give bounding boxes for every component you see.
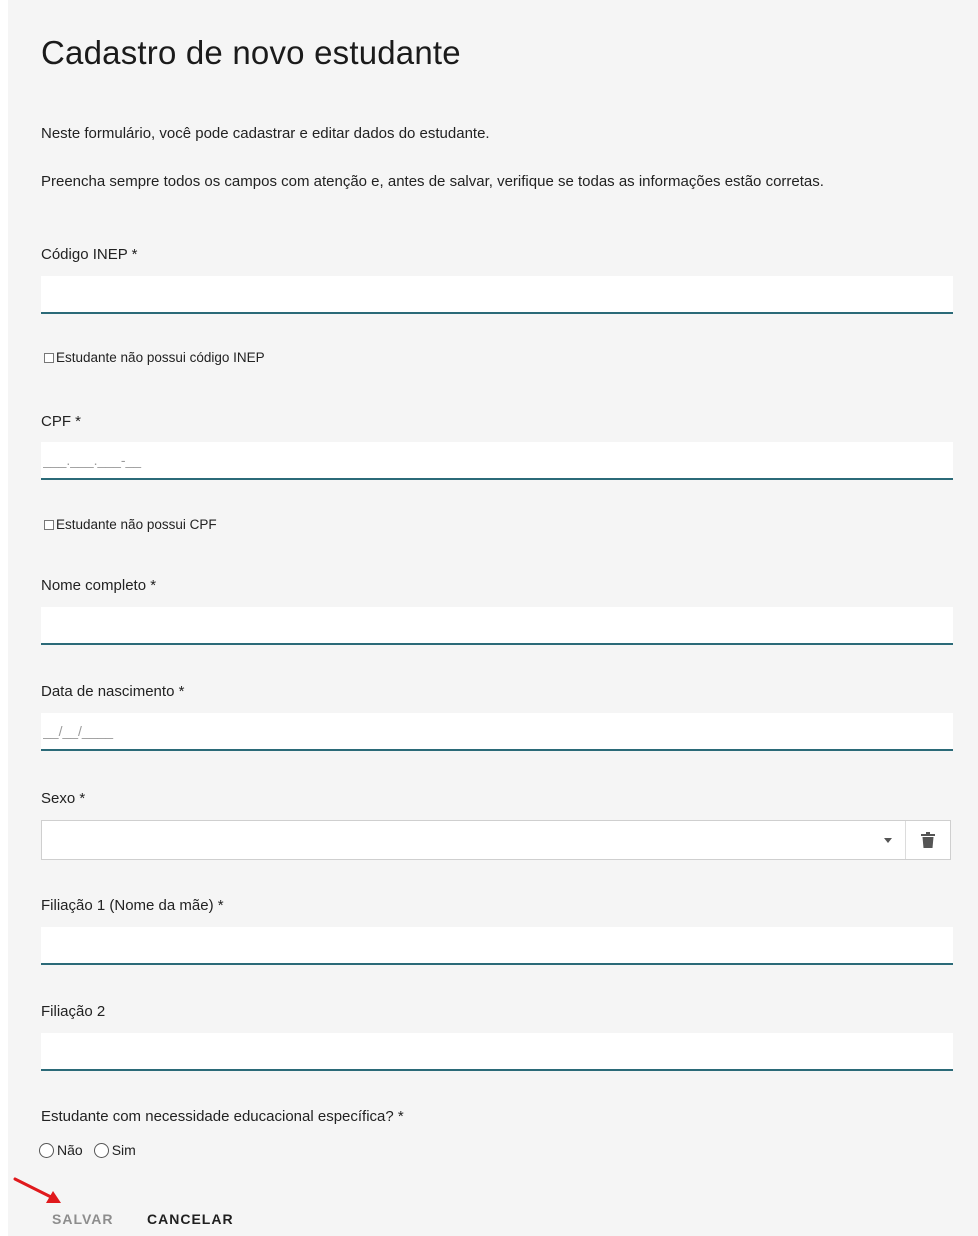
no-inep-checkbox[interactable] bbox=[44, 352, 54, 363]
sexo-label: Sexo * bbox=[41, 790, 86, 807]
arrow-icon bbox=[13, 1177, 61, 1203]
intro-text-1: Neste formulário, você pode cadastrar e … bbox=[41, 125, 490, 142]
inep-input[interactable] bbox=[41, 276, 953, 314]
inep-label: Código INEP * bbox=[41, 246, 138, 263]
filiacao2-input[interactable] bbox=[41, 1033, 953, 1071]
no-inep-checkbox-row[interactable]: Estudante não possui código INEP bbox=[44, 350, 265, 365]
cpf-label: CPF * bbox=[41, 413, 82, 430]
cpf-input[interactable] bbox=[41, 442, 953, 480]
necessidade-label: Estudante com necessidade educacional es… bbox=[41, 1108, 404, 1125]
necessidade-radio-group: Não Sim bbox=[39, 1142, 147, 1158]
radio-sim-label[interactable]: Sim bbox=[112, 1142, 136, 1158]
select-divider bbox=[905, 821, 906, 859]
radio-nao-label[interactable]: Não bbox=[57, 1142, 83, 1158]
cancel-button[interactable]: CANCELAR bbox=[147, 1211, 234, 1227]
save-button[interactable]: SALVAR bbox=[52, 1211, 113, 1227]
nascimento-label: Data de nascimento * bbox=[41, 683, 185, 700]
intro-text-2: Preencha sempre todos os campos com aten… bbox=[41, 173, 824, 190]
radio-nao[interactable] bbox=[39, 1142, 54, 1158]
nome-label: Nome completo * bbox=[41, 577, 157, 594]
filiacao1-input[interactable] bbox=[41, 927, 953, 965]
no-cpf-checkbox-row[interactable]: Estudante não possui CPF bbox=[44, 517, 217, 532]
no-inep-label: Estudante não possui código INEP bbox=[56, 350, 265, 365]
nome-input[interactable] bbox=[41, 607, 953, 645]
no-cpf-label: Estudante não possui CPF bbox=[56, 517, 217, 532]
radio-sim[interactable] bbox=[93, 1142, 109, 1158]
filiacao2-label: Filiação 2 bbox=[41, 1003, 106, 1020]
sexo-select[interactable] bbox=[41, 820, 951, 860]
nascimento-input[interactable] bbox=[41, 713, 953, 751]
filiacao1-label: Filiação 1 (Nome da mãe) * bbox=[41, 897, 224, 914]
no-cpf-checkbox[interactable] bbox=[44, 519, 54, 530]
page-title: Cadastro de novo estudante bbox=[41, 34, 461, 71]
trash-icon[interactable] bbox=[921, 832, 935, 848]
chevron-down-icon[interactable] bbox=[884, 838, 892, 843]
